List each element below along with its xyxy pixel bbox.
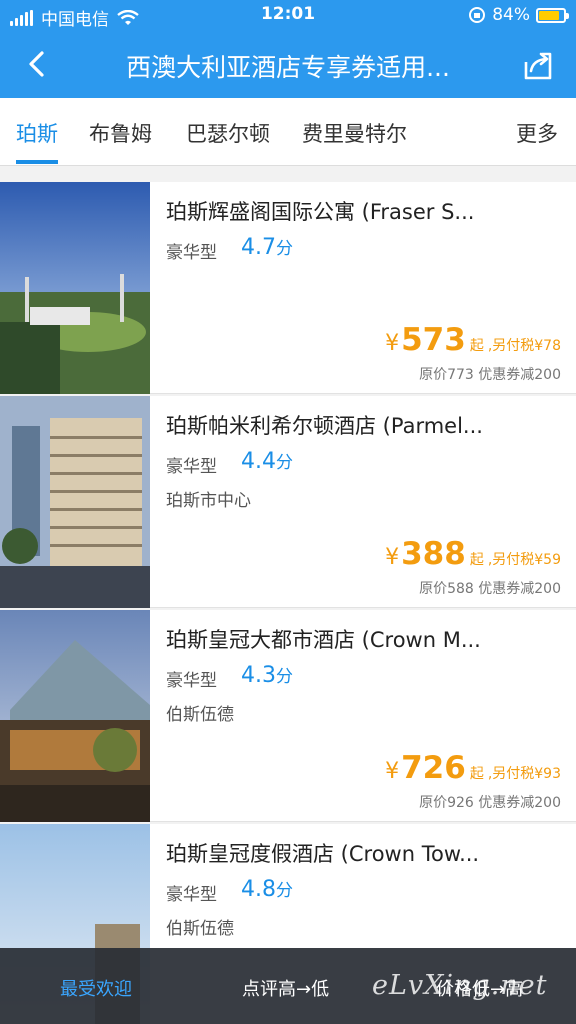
top-bar: 中国电信 12:01 84% 西澳大利亚酒店专享券适用... [0,0,576,98]
hotel-photo [0,396,150,608]
hotel-type: 豪华型 [166,243,217,263]
hotel-name: 珀斯皇冠度假酒店 (Crown Tow... [166,842,480,866]
active-tab-indicator [16,160,58,164]
orientation-lock-icon [469,7,486,23]
original-price: 原价588 优惠券减200 [419,581,561,597]
hotel-type: 豪华型 [166,885,217,905]
tab-broome[interactable]: 布鲁姆 [89,118,152,148]
tab-fremantle[interactable]: 费里曼特尔 [302,118,407,148]
hotel-score: 4.4分 [241,449,293,474]
hotel-name: 珀斯皇冠大都市酒店 (Crown M... [166,628,481,652]
status-bar: 中国电信 12:01 84% [0,0,576,32]
battery-percent: 84% [492,5,530,25]
page-title: 西澳大利亚酒店专享券适用... [126,53,450,82]
battery-icon [536,7,569,23]
hotel-location: 珀斯市中心 [166,491,251,511]
nav-bar: 西澳大利亚酒店专享券适用... [0,36,576,96]
hotel-card[interactable]: 珀斯辉盛阁国际公寓 (Fraser S... 豪华型 4.7分 ¥573 起 ,另付… [0,182,576,394]
back-arrow-icon[interactable] [18,44,58,84]
tab-perth[interactable]: 珀斯 [16,118,58,148]
original-price: 原价926 优惠券减200 [419,795,561,811]
share-icon[interactable] [518,46,558,86]
sort-popular-button[interactable]: 最受欢迎 [60,975,132,1001]
hotel-photo [0,182,150,394]
hotel-price: ¥573 起 ,另付税¥78 [385,322,561,358]
hotel-name: 珀斯帕米利希尔顿酒店 (Parmel... [166,414,483,438]
hotel-photo [0,610,150,822]
original-price: 原价773 优惠券减200 [419,367,561,383]
hotel-name: 珀斯辉盛阁国际公寓 (Fraser S... [166,200,475,224]
tab-more[interactable]: 更多 [516,118,558,148]
hotel-location: 伯斯伍德 [166,705,234,725]
tab-busselton[interactable]: 巴瑟尔顿 [186,118,270,148]
city-tabs: 珀斯 布鲁姆 巴瑟尔顿 费里曼特尔 更多 [0,98,576,166]
hotel-type: 豪华型 [166,457,217,477]
hotel-card[interactable]: 珀斯帕米利希尔顿酒店 (Parmel... 豪华型 4.4分 珀斯市中心 ¥38… [0,396,576,608]
hotel-score: 4.3分 [241,663,293,688]
hotel-location: 伯斯伍德 [166,919,234,939]
hotel-score: 4.8分 [241,877,293,902]
sort-rating-button[interactable]: 点评高→低 [242,975,329,1001]
hotel-score: 4.7分 [241,235,293,260]
hotel-card[interactable]: 珀斯皇冠大都市酒店 (Crown M... 豪华型 4.3分 伯斯伍德 ¥726… [0,610,576,822]
hotel-price: ¥726 起 ,另付税¥93 [385,750,561,786]
hotel-price: ¥388 起 ,另付税¥59 [385,536,561,572]
watermark: eLvXing.net [372,970,548,1001]
hotel-type: 豪华型 [166,671,217,691]
